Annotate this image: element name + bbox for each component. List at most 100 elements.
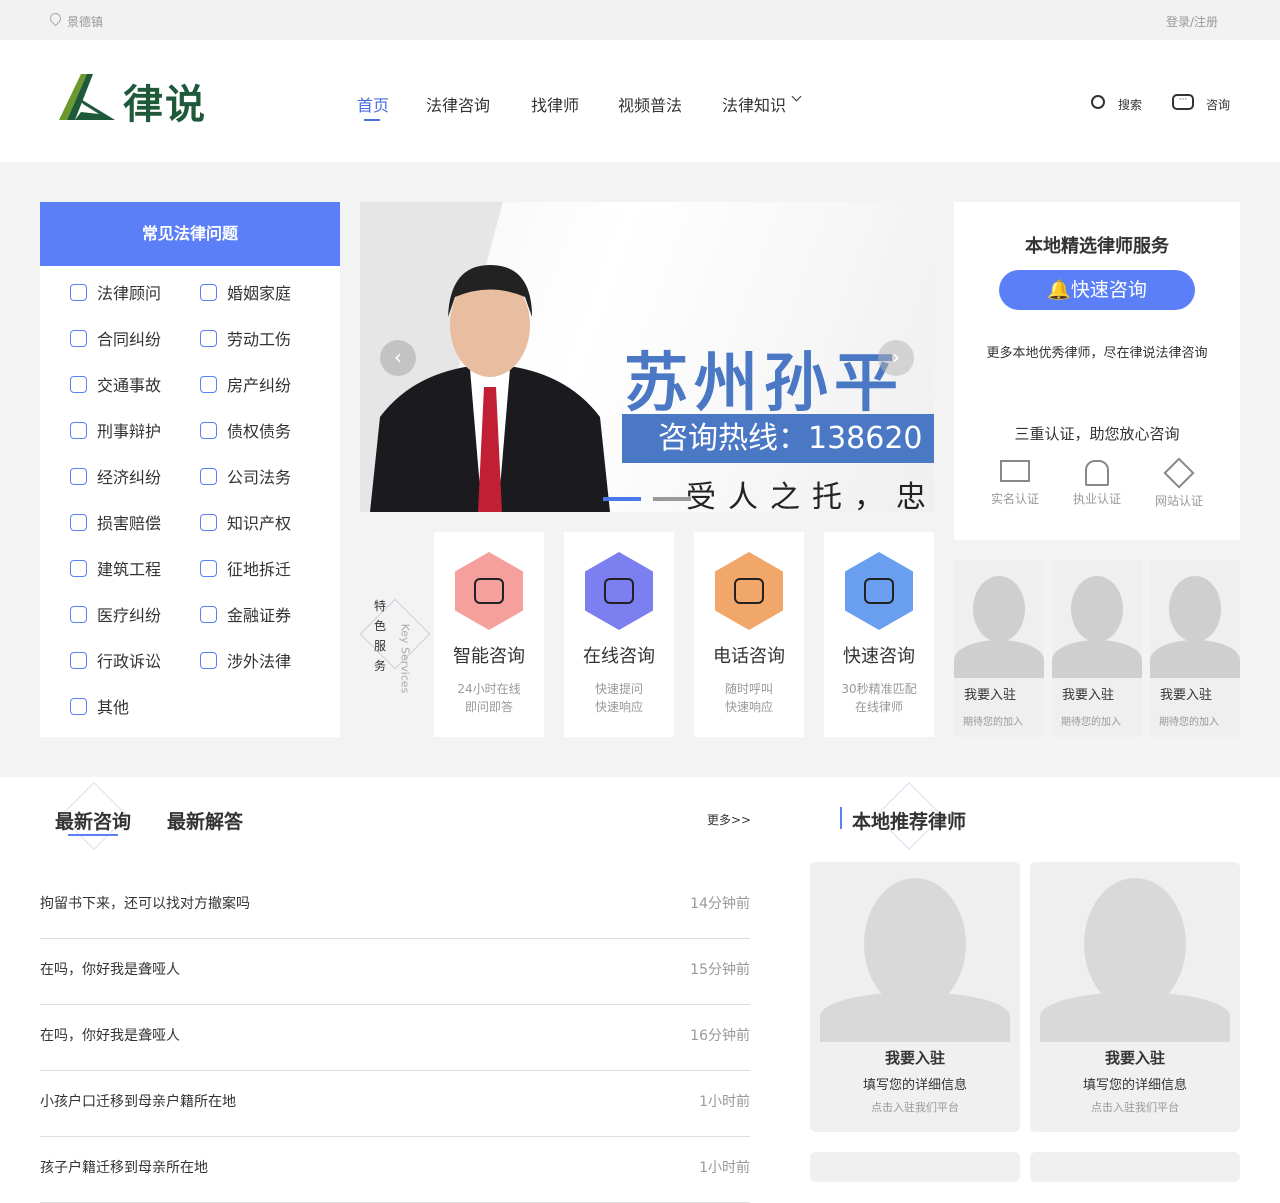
item-label: 建筑工程 [97, 560, 162, 579]
message-icon [845, 552, 913, 630]
join-card[interactable]: 我要入驻 期待您的加入 [1150, 560, 1240, 737]
timestamp: 1小时前 [699, 1160, 750, 1176]
logo-text: 律说 [123, 82, 207, 128]
category-icon [200, 559, 217, 577]
item-label: 交通事故 [97, 376, 162, 395]
question-text[interactable]: 拘留书下来，还可以找对方撤案吗 [40, 893, 250, 913]
join-card[interactable]: 我要入驻 期待您的加入 [1052, 560, 1142, 737]
search-icon[interactable] [1091, 95, 1105, 109]
lawyer-card[interactable]: 我要入驻 填写您的详细信息 点击入驻我们平台 [810, 862, 1020, 1132]
consult-row[interactable]: 小孩户口迁移到母亲户籍所在地 1小时前 [40, 1071, 750, 1137]
category-icon [200, 375, 217, 393]
legal-issue-item[interactable]: 金融证券 [200, 602, 291, 626]
legal-issue-item[interactable]: 债权债务 [200, 418, 291, 442]
consult-row[interactable]: 拘留书下来，还可以找对方撤案吗 14分钟前 [40, 873, 750, 939]
carousel-dot[interactable] [653, 497, 691, 501]
legal-issue-item[interactable]: 行政诉讼 [70, 648, 161, 672]
headset-icon [455, 552, 523, 630]
question-text[interactable]: 在吗，你好我是聋哑人 [40, 959, 180, 979]
service-card[interactable]: 智能咨询 24小时在线 即问即答 [434, 532, 544, 737]
common-legal-issues-panel: 常见法律问题 法律顾问 婚姻家庭 合同纠纷 劳动工伤 交通事故 房产纠纷 刑事辩护 债权债务经… [40, 202, 340, 737]
category-icon [200, 513, 217, 531]
card-line1: 填写您的详细信息 [1082, 1078, 1187, 1093]
legal-issue-item[interactable]: 建筑工程 [70, 556, 161, 580]
nav-home[interactable]: 首页 [357, 92, 389, 116]
legal-issue-item[interactable]: 损害赔偿 [70, 510, 161, 534]
service-card[interactable]: 快速咨询 30秒精准匹配 在线律师 [824, 532, 934, 737]
question-text[interactable]: 小孩户口迁移到母亲户籍所在地 [40, 1091, 236, 1111]
category-icon [200, 467, 217, 485]
consult-row[interactable]: 在吗，你好我是聋哑人 16分钟前 [40, 1005, 750, 1071]
banner-carousel[interactable]: 苏州孙平 咨询热线：138620 受人之托，忠人 ‹ › [360, 202, 934, 512]
category-icon [70, 283, 87, 301]
service-title: 电话咨询 [713, 646, 785, 667]
cert-label: 执业认证 [1072, 492, 1121, 506]
service-title: 智能咨询 [453, 646, 525, 667]
service-sub: 即问即答 [464, 700, 513, 714]
question-text[interactable]: 在吗，你好我是聋哑人 [40, 1025, 180, 1045]
carousel-next-button[interactable]: › [878, 340, 914, 376]
nav-video-law[interactable]: 视频普法 [618, 92, 682, 116]
legal-issue-item[interactable]: 涉外法律 [200, 648, 291, 672]
service-sub: 快速响应 [724, 700, 773, 714]
legal-issue-item[interactable]: 劳动工伤 [200, 326, 291, 350]
nav-legal-consult[interactable]: 法律咨询 [426, 92, 490, 116]
join-card[interactable]: 我要入驻 期待您的加入 [954, 560, 1044, 737]
services-label-en: Key Services [398, 623, 412, 694]
tab-latest-consult[interactable]: 最新咨询 [55, 807, 131, 834]
cert-practice: 执业认证 [1073, 460, 1121, 509]
service-title: 在线咨询 [583, 646, 655, 667]
consult-row[interactable]: 在吗，你好我是聋哑人 15分钟前 [40, 939, 750, 1005]
nav-legal-knowledge[interactable]: 法律知识 [722, 92, 786, 116]
nav-find-lawyer[interactable]: 找律师 [531, 92, 579, 116]
carousel-prev-button[interactable]: ‹ [380, 340, 416, 376]
key-services-label: 特色服务 Key Services [359, 532, 431, 737]
nav-active-indicator [364, 119, 380, 121]
legal-issue-item[interactable]: 知识产权 [200, 510, 291, 534]
legal-issue-item[interactable]: 婚姻家庭 [200, 280, 291, 304]
legal-issue-item[interactable]: 经济纠纷 [70, 464, 161, 488]
quick-consult-button[interactable]: 🔔快速咨询 [999, 270, 1195, 310]
card-line2: 点击入驻我们平台 [871, 1101, 959, 1114]
join-title: 我要入驻 [964, 688, 1017, 703]
lawyer-card[interactable]: 我要入驻 填写您的详细信息 点击入驻我们平台 [1030, 862, 1240, 1132]
consult-row[interactable]: 孩子户籍迁移到母亲所在地 1小时前 [40, 1137, 750, 1203]
category-icon [70, 559, 87, 577]
diamond-decoration [359, 598, 431, 670]
legal-issue-item[interactable]: 征地拆迁 [200, 556, 291, 580]
legal-issue-item[interactable]: 房产纠纷 [200, 372, 291, 396]
legal-issue-item[interactable]: 交通事故 [70, 372, 161, 396]
location-label[interactable]: 景德镇 [67, 13, 103, 30]
chat-icon[interactable]: ··· [1172, 94, 1194, 110]
tab-latest-answers[interactable]: 最新解答 [167, 807, 243, 834]
legal-issue-item[interactable]: 合同纠纷 [70, 326, 161, 350]
search-link[interactable]: 搜索 [1118, 96, 1142, 113]
card-line1: 填写您的详细信息 [862, 1078, 967, 1093]
legal-issue-item[interactable]: 其他 [70, 694, 129, 718]
item-label: 涉外法律 [227, 652, 292, 671]
lawyer-card[interactable] [810, 1152, 1020, 1182]
legal-issue-item[interactable]: 法律顾问 [70, 280, 161, 304]
category-icon [200, 283, 217, 301]
cert-website: 网站认证 [1155, 457, 1203, 509]
logo[interactable]: 律说 [57, 72, 237, 128]
service-sub: 快速响应 [594, 700, 643, 714]
join-sub: 期待您的加入 [1061, 717, 1121, 728]
legal-issue-item[interactable]: 医疗纠纷 [70, 602, 161, 626]
join-sub: 期待您的加入 [1159, 717, 1219, 728]
legal-issue-item[interactable]: 公司法务 [200, 464, 291, 488]
avatar-placeholder [1030, 862, 1240, 1042]
question-text[interactable]: 孩子户籍迁移到母亲所在地 [40, 1157, 208, 1177]
consult-link[interactable]: 咨询 [1206, 96, 1230, 113]
lawyer-card[interactable] [1030, 1152, 1240, 1182]
avatar-placeholder [954, 560, 1044, 678]
item-label: 公司法务 [227, 468, 292, 487]
cert-label: 实名认证 [990, 492, 1039, 506]
legal-issue-item[interactable]: 刑事辩护 [70, 418, 161, 442]
service-card[interactable]: 电话咨询 随时呼叫 快速响应 [694, 532, 804, 737]
carousel-dot-active[interactable] [603, 497, 641, 501]
card-line2: 点击入驻我们平台 [1091, 1101, 1179, 1114]
login-register-link[interactable]: 登录/注册 [1166, 13, 1218, 30]
more-link[interactable]: 更多>> [707, 811, 751, 828]
service-card[interactable]: 在线咨询 快速提问 快速响应 [564, 532, 674, 737]
